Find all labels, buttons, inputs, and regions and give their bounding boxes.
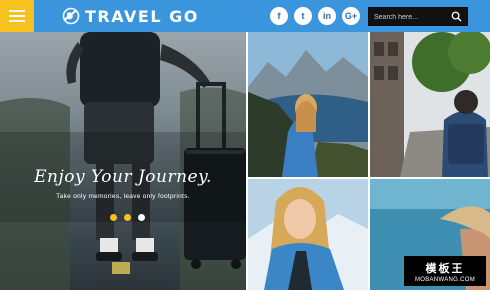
site-header: TRAVEL GO f t in G+ <box>0 0 490 32</box>
watermark-url: MOBANWANG.COM <box>414 276 475 283</box>
photo-man-backpack-city <box>370 32 490 177</box>
watermark-logo: 模板王 MOBANWANG.COM <box>404 256 486 286</box>
linkedin-icon[interactable]: in <box>318 7 336 25</box>
search-icon[interactable] <box>451 11 462 22</box>
slider-dot-1[interactable] <box>110 214 117 221</box>
hero-caption: Enjoy Your Journey. Take only memories, … <box>0 167 246 200</box>
gallery-photo-woman-blonde-jacket[interactable] <box>248 179 368 290</box>
hero-background-image <box>0 32 246 290</box>
site-title: TRAVEL GO <box>85 6 199 26</box>
photo-woman-mountain-lake <box>248 32 368 177</box>
photo-woman-blonde-jacket <box>248 179 368 290</box>
globe-plane-icon <box>62 7 80 25</box>
watermark-title: 模板王 <box>425 261 465 275</box>
menu-line <box>9 10 25 12</box>
site-logo[interactable]: TRAVEL GO <box>62 5 199 27</box>
hero-slider: Enjoy Your Journey. Take only memories, … <box>0 32 246 290</box>
hero-subtitle: Take only memories, leave only footprint… <box>56 193 190 200</box>
social-links: f t in G+ <box>270 7 360 25</box>
slider-dots <box>110 214 145 221</box>
google-plus-icon[interactable]: G+ <box>342 7 360 25</box>
gallery-photo-woman-mountain-lake[interactable] <box>248 32 368 177</box>
search-input[interactable] <box>374 10 446 24</box>
gallery-photo-man-backpack-city[interactable] <box>370 32 490 177</box>
hamburger-menu-button[interactable] <box>0 0 34 32</box>
slider-dot-3[interactable] <box>138 214 145 221</box>
search-box <box>368 7 468 26</box>
slider-dot-2[interactable] <box>124 214 131 221</box>
twitter-icon[interactable]: t <box>294 7 312 25</box>
hero-title: Enjoy Your Journey. <box>34 167 212 187</box>
facebook-icon[interactable]: f <box>270 7 288 25</box>
menu-line <box>9 20 25 22</box>
menu-line <box>9 15 25 17</box>
